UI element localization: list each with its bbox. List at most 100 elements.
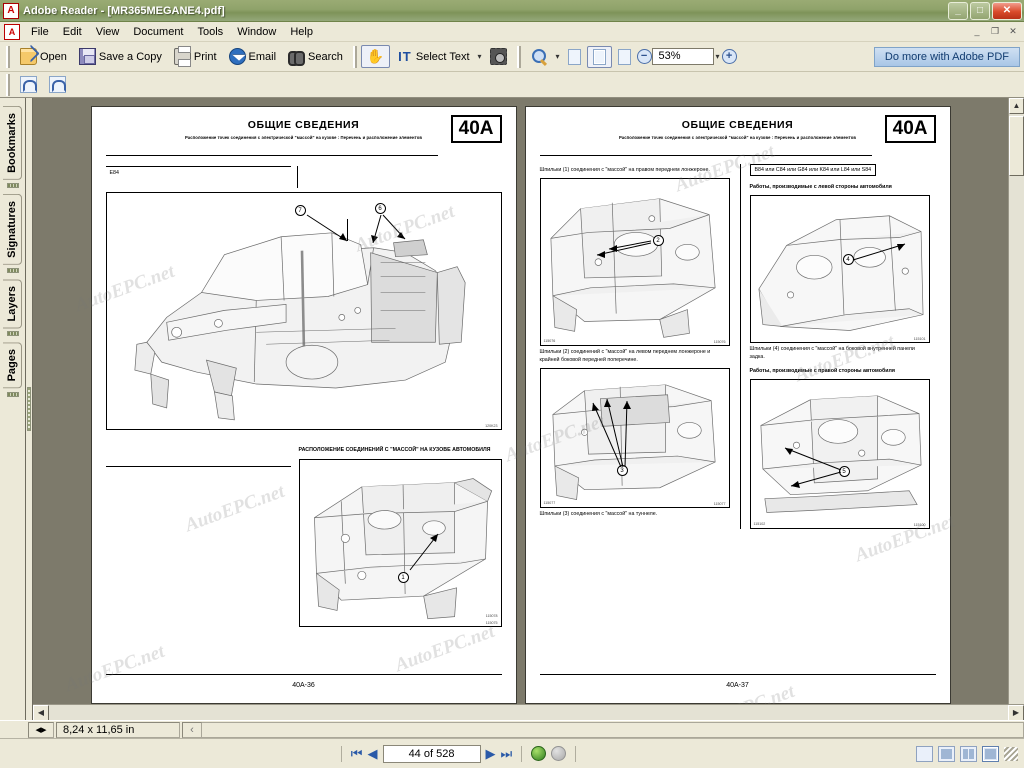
workspace: Bookmarks Signatures Layers Pages ОБЩИЕ … bbox=[0, 98, 1024, 720]
next-view-button[interactable] bbox=[551, 746, 567, 761]
zoom-tool-button[interactable] bbox=[525, 45, 554, 68]
right-page-header: ОБЩИЕ СВЕДЕНИЯ Расположение точек соедин… bbox=[540, 115, 936, 151]
pane-splitter-handle[interactable] bbox=[27, 387, 31, 431]
email-button[interactable]: Email bbox=[223, 45, 283, 68]
window-resize-grip[interactable] bbox=[1004, 746, 1018, 761]
doc-close-button[interactable]: ✕ bbox=[1005, 24, 1021, 39]
figure-2-code: 115077 bbox=[713, 501, 726, 506]
zoom-out-button[interactable]: − bbox=[636, 49, 652, 64]
callout-2-arrows bbox=[596, 240, 651, 258]
right-page-header-rule bbox=[539, 155, 872, 156]
toolbar-grip[interactable] bbox=[6, 45, 10, 68]
left-page-section-code: 40A bbox=[450, 115, 502, 143]
sidebar-tab-bookmarks[interactable]: Bookmarks bbox=[3, 106, 22, 180]
horizontal-scrollbar[interactable]: ◀ ▶ bbox=[33, 704, 1024, 720]
toolbar-grip-3[interactable] bbox=[516, 45, 521, 68]
figure-body-frame-code: 120K23 bbox=[485, 424, 498, 428]
menu-document[interactable]: Document bbox=[126, 24, 190, 40]
left-page-header: ОБЩИЕ СВЕДЕНИЯ Расположение точек соедин… bbox=[106, 115, 502, 151]
sidebar-tab-signatures[interactable]: Signatures bbox=[3, 193, 22, 265]
menu-file[interactable]: File bbox=[24, 24, 56, 40]
close-button[interactable]: ✕ bbox=[992, 1, 1022, 20]
doc-restore-button[interactable]: ❐ bbox=[987, 24, 1003, 39]
zoom-tool-dropdown-caret[interactable]: ▾ bbox=[554, 52, 562, 61]
menu-window[interactable]: Window bbox=[230, 24, 283, 40]
callout-6-arrows bbox=[370, 214, 405, 244]
layers-tab-grip[interactable] bbox=[6, 331, 19, 337]
secondary-toolbar-grip[interactable] bbox=[6, 73, 10, 96]
select-text-button[interactable]: I T Select Text bbox=[390, 45, 476, 68]
doc-minimize-button[interactable]: _ bbox=[969, 24, 985, 39]
document-page-left: ОБЩИЕ СВЕДЕНИЯ Расположение точек соедин… bbox=[90, 106, 517, 704]
zoom-level-dropdown-caret[interactable]: ▾ bbox=[714, 52, 722, 61]
continuous-view-button[interactable] bbox=[938, 745, 955, 762]
left-page-footer-rule bbox=[105, 674, 502, 675]
page-actual-size-icon bbox=[567, 48, 581, 65]
actual-size-button[interactable] bbox=[562, 46, 587, 68]
continuous-facing-view-button[interactable] bbox=[982, 745, 999, 762]
vertical-scroll-thumb[interactable] bbox=[1009, 116, 1024, 176]
last-page-button[interactable]: ⏭ bbox=[501, 747, 513, 760]
figure-4-code: 115100 bbox=[913, 522, 926, 527]
sidebar-tab-layers[interactable]: Layers bbox=[3, 278, 22, 329]
figure-underbody-code: 115075 bbox=[485, 620, 498, 625]
camera-icon bbox=[489, 48, 507, 65]
rotate-clockwise-button[interactable] bbox=[43, 73, 72, 96]
snapshot-tool-button[interactable] bbox=[484, 45, 513, 68]
pages-tab-grip[interactable] bbox=[6, 391, 19, 397]
scroll-left-arrow[interactable]: ◀ bbox=[33, 705, 49, 720]
right-page-caption-1: Шпильки (1) соединения с "массой" на пра… bbox=[539, 167, 710, 173]
car-body-frame-drawing bbox=[133, 232, 466, 421]
horizontal-scroll-track[interactable] bbox=[49, 705, 1008, 720]
caption-left-side-operations: Работы, производимые с левой стороны авт… bbox=[749, 184, 892, 190]
menu-help[interactable]: Help bbox=[283, 24, 320, 40]
scroll-right-arrow[interactable]: ▶ bbox=[1008, 705, 1024, 720]
do-more-with-adobe-pdf-button[interactable]: Do more with Adobe PDF bbox=[873, 46, 1020, 67]
page-size-toggle-icon[interactable]: ◂▸ bbox=[28, 721, 54, 738]
document-page-right: ОБЩИЕ СВЕДЕНИЯ Расположение точек соедин… bbox=[524, 106, 951, 704]
figure-right-front-side-member: 2 115076 115076 bbox=[539, 177, 730, 346]
document-viewport[interactable]: ОБЩИЕ СВЕДЕНИЯ Расположение точек соедин… bbox=[33, 98, 1024, 720]
signatures-tab-grip[interactable] bbox=[6, 267, 19, 273]
right-page-caption-3: Шпильки (3) соединения с "массой" на тун… bbox=[539, 510, 658, 517]
save-a-copy-button[interactable]: Save a Copy bbox=[73, 45, 168, 68]
print-button[interactable]: Print bbox=[168, 45, 223, 68]
previous-page-button[interactable]: ◀ bbox=[368, 747, 378, 760]
zoom-in-button[interactable]: + bbox=[721, 49, 737, 64]
page-navigation-bar: ⏮ ◀ 44 of 528 ▶ ⏭ bbox=[0, 738, 1024, 768]
first-page-button[interactable]: ⏮ bbox=[351, 747, 363, 760]
menu-tools[interactable]: Tools bbox=[191, 24, 231, 40]
hand-tool-button[interactable]: ✋ bbox=[360, 45, 390, 68]
right-page-footer: 40A-37 bbox=[726, 682, 749, 689]
page-fit-icon bbox=[592, 48, 606, 65]
zoom-level-input[interactable]: 53% bbox=[651, 48, 714, 65]
callout-5-arrows bbox=[784, 447, 841, 488]
fit-page-button[interactable] bbox=[586, 45, 612, 68]
maximize-button[interactable]: □ bbox=[970, 1, 990, 20]
page-number-input[interactable]: 44 of 528 bbox=[382, 744, 481, 763]
minimize-button[interactable]: _ bbox=[948, 1, 968, 20]
menu-view[interactable]: View bbox=[89, 24, 127, 40]
search-button[interactable]: Search bbox=[282, 45, 349, 68]
figure-3-code: 115101 bbox=[913, 336, 926, 341]
bookmarks-tab-grip[interactable] bbox=[6, 182, 19, 188]
toolbar-grip-2[interactable] bbox=[352, 45, 357, 68]
fit-width-button[interactable] bbox=[612, 46, 637, 68]
folder-open-icon bbox=[20, 48, 37, 65]
open-button[interactable]: Open bbox=[14, 45, 73, 68]
next-page-button[interactable]: ▶ bbox=[486, 747, 496, 760]
select-text-dropdown-caret[interactable]: ▾ bbox=[476, 52, 484, 61]
collapse-pane-button[interactable]: ‹ bbox=[182, 721, 202, 738]
pane-splitter[interactable] bbox=[26, 98, 33, 720]
sidebar-tab-pages[interactable]: Pages bbox=[3, 342, 22, 389]
previous-view-button[interactable] bbox=[531, 746, 547, 761]
facing-view-button[interactable] bbox=[960, 745, 977, 762]
rotate-counterclockwise-button[interactable] bbox=[14, 73, 43, 96]
vertical-scroll-track[interactable] bbox=[1009, 114, 1024, 704]
single-page-view-button[interactable] bbox=[916, 745, 933, 762]
menu-edit[interactable]: Edit bbox=[56, 24, 89, 40]
page-spread: ОБЩИЕ СВЕДЕНИЯ Расположение точек соедин… bbox=[33, 98, 1008, 704]
callout-4-arrow bbox=[852, 243, 905, 261]
vertical-scrollbar[interactable]: ▲ ▼ bbox=[1008, 98, 1024, 720]
scroll-up-arrow[interactable]: ▲ bbox=[1009, 98, 1024, 114]
